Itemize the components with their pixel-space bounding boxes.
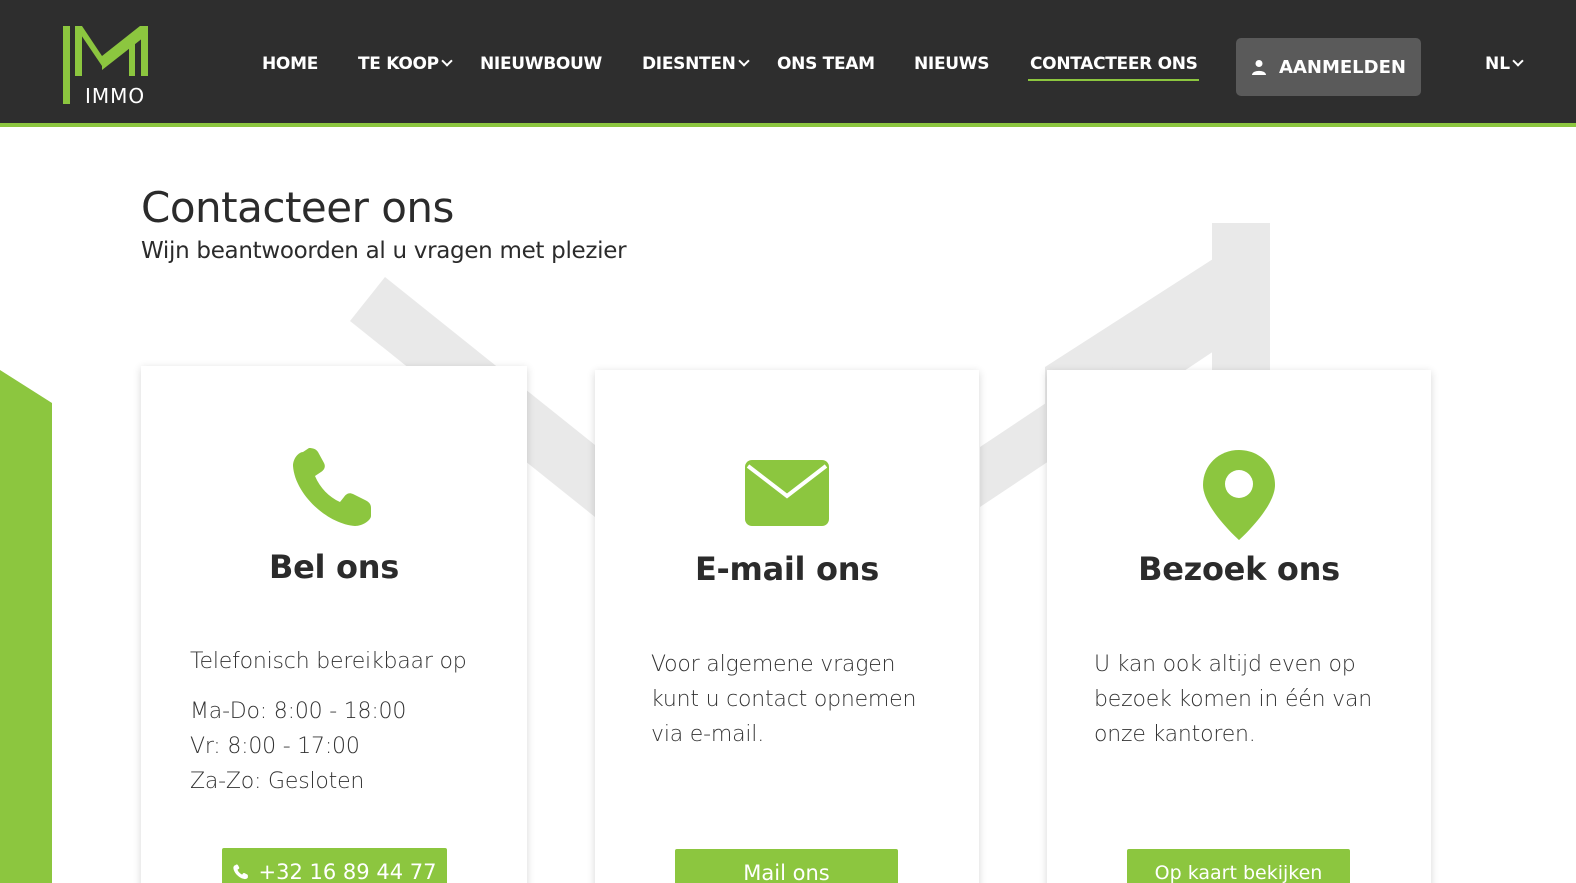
card-text-line: Za-Zo: Gesloten — [190, 769, 365, 794]
card-email-ons: E-mail ons Voor algemene vragen kunt u c… — [595, 370, 979, 883]
map-button[interactable]: Op kaart bekijken — [1127, 849, 1350, 883]
language-label: NL — [1485, 54, 1511, 74]
nav-home-label: HOME — [262, 54, 319, 74]
nav-nieuws[interactable]: NIEUWS — [914, 54, 989, 74]
phone-icon — [232, 864, 248, 880]
page-title: Contacteer ons — [141, 183, 454, 232]
map-pin-icon — [1203, 450, 1275, 540]
nav-nieuwbouw-label: NIEUWBOUW — [480, 54, 602, 74]
logo-text: IMMO — [85, 84, 146, 108]
card-text-line: kunt u contact opnemen — [651, 687, 917, 712]
card-text-line: Voor algemene vragen — [651, 652, 896, 677]
card-text: U kan ook altijd even op bezoek komen in… — [1094, 647, 1372, 752]
nav-diensten[interactable]: DIESNTEN — [642, 54, 750, 74]
active-nav-underline — [1028, 79, 1199, 81]
card-text: Voor algemene vragen kunt u contact opne… — [651, 647, 916, 752]
phone-button[interactable]: +32 16 89 44 77 — [222, 848, 447, 883]
chevron-down-icon — [1512, 55, 1524, 67]
card-title: E-mail ons — [695, 550, 879, 588]
phone-icon — [293, 448, 371, 526]
card-icon-wrapper — [1047, 450, 1431, 540]
phone-button-label: +32 16 89 44 77 — [258, 860, 437, 883]
card-icon-wrapper — [141, 448, 527, 534]
login-button-label: AANMELDEN — [1279, 56, 1406, 78]
nav-nieuwbouw[interactable]: NIEUWBOUW — [480, 54, 602, 74]
card-text-line: Vr: 8:00 - 17:00 — [190, 734, 360, 759]
envelope-icon — [745, 460, 829, 526]
card-bel-ons: Bel ons Telefonisch bereikbaar op Ma-Do:… — [141, 366, 527, 883]
card-text-line: via e-mail. — [651, 722, 765, 747]
user-icon — [1252, 60, 1267, 75]
language-selector[interactable]: NL — [1485, 54, 1524, 74]
map-button-label: Op kaart bekijken — [1154, 862, 1323, 883]
nav-contacteer-ons-label: CONTACTEER ONS — [1030, 54, 1198, 74]
nav-te-koop-label: TE KOOP — [358, 54, 439, 74]
card-text: Telefonisch bereikbaar op Ma-Do: 8:00 - … — [190, 644, 467, 799]
nav-te-koop[interactable]: TE KOOP — [358, 54, 453, 74]
nav-ons-team-label: ONS TEAM — [777, 54, 875, 74]
card-title: Bel ons — [269, 548, 399, 586]
card-text-line: U kan ook altijd even op — [1094, 652, 1356, 677]
card-bezoek-ons: Bezoek ons U kan ook altijd even op bezo… — [1047, 370, 1431, 883]
nav-home[interactable]: HOME — [262, 54, 318, 74]
card-text-line: Telefonisch bereikbaar op — [190, 649, 467, 674]
card-text-line: onze kantoren. — [1094, 722, 1256, 747]
login-button[interactable]: AANMELDEN — [1236, 38, 1421, 96]
nav-diensten-label: DIESNTEN — [642, 54, 736, 74]
card-title: Bezoek ons — [1138, 550, 1340, 588]
nav-nieuws-label: NIEUWS — [914, 54, 990, 74]
card-text-line: bezoek komen in één van — [1094, 687, 1372, 712]
chevron-down-icon — [441, 55, 453, 67]
chevron-down-icon — [737, 55, 750, 67]
mail-button-label: Mail ons — [743, 861, 830, 883]
page-subtitle: Wijn beantwoorden al u vragen met plezie… — [141, 238, 627, 264]
card-icon-wrapper — [595, 460, 979, 546]
mail-button[interactable]: Mail ons — [675, 849, 898, 883]
nav-ons-team[interactable]: ONS TEAM — [777, 54, 875, 74]
card-text-line: Ma-Do: 8:00 - 18:00 — [190, 699, 407, 724]
nav-contacteer-ons[interactable]: CONTACTEER ONS — [1030, 54, 1198, 74]
